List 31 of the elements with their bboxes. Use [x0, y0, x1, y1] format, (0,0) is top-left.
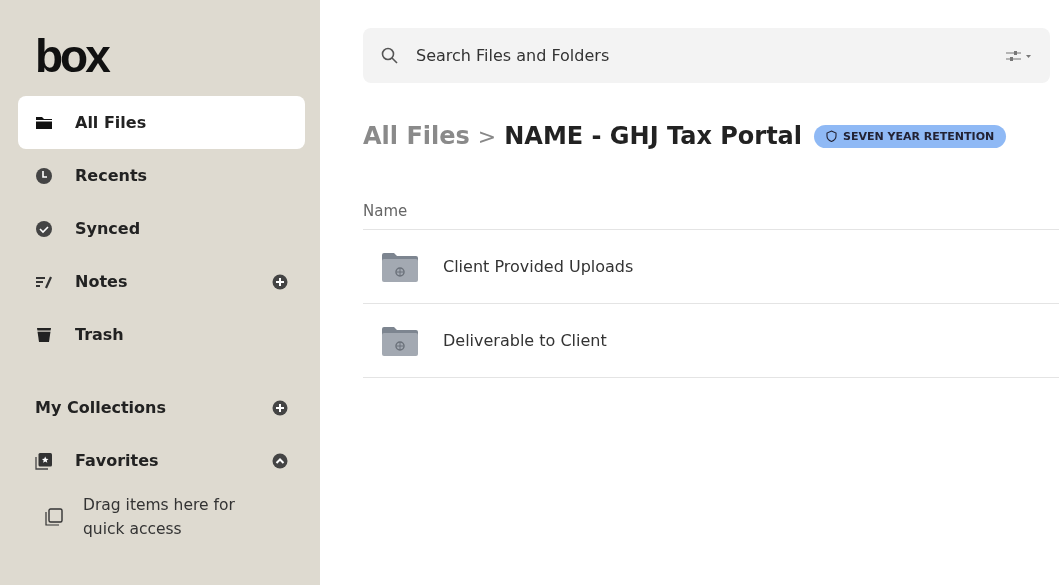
- add-icon[interactable]: [272, 273, 288, 290]
- sidebar-item[interactable]: All Files: [18, 96, 305, 149]
- folder-name: Client Provided Uploads: [443, 257, 634, 276]
- search-field[interactable]: Search Files and Folders: [363, 28, 1050, 83]
- add-icon[interactable]: [272, 399, 288, 416]
- clock-icon: [35, 166, 53, 185]
- hint-text: Drag items here for quick access: [83, 495, 236, 540]
- folder-title: NAME - GHJ Tax Portal: [504, 122, 803, 150]
- trash-icon: [35, 325, 53, 344]
- filter-icon[interactable]: [1006, 50, 1032, 62]
- shared-folder-icon: [381, 250, 419, 283]
- sidebar-item[interactable]: Notes: [18, 255, 305, 308]
- sidebar-item[interactable]: Recents: [18, 149, 305, 202]
- folder-row[interactable]: Client Provided Uploads: [363, 230, 1059, 304]
- chevron-icon[interactable]: [272, 452, 288, 469]
- search-icon: [381, 47, 398, 64]
- check-icon: [35, 219, 53, 238]
- sidebar-item[interactable]: Synced: [18, 202, 305, 255]
- shield-icon: [826, 130, 838, 142]
- section-heading: My Collections: [35, 398, 167, 417]
- logo[interactable]: box: [35, 28, 108, 84]
- sidebar-item[interactable]: Favorites: [18, 434, 305, 487]
- copy-icon: [45, 508, 63, 526]
- star-icon: [35, 451, 53, 470]
- shared-folder-icon: [381, 324, 419, 357]
- retention-badge: SEVEN YEAR RETENTION: [814, 124, 1007, 148]
- folder-name: Deliverable to Client: [443, 331, 607, 350]
- column-header[interactable]: Name: [363, 202, 408, 220]
- folder-row[interactable]: Deliverable to Client: [363, 304, 1059, 378]
- breadcrumb-separator: >: [477, 123, 497, 149]
- sidebar-item[interactable]: Trash: [18, 308, 305, 361]
